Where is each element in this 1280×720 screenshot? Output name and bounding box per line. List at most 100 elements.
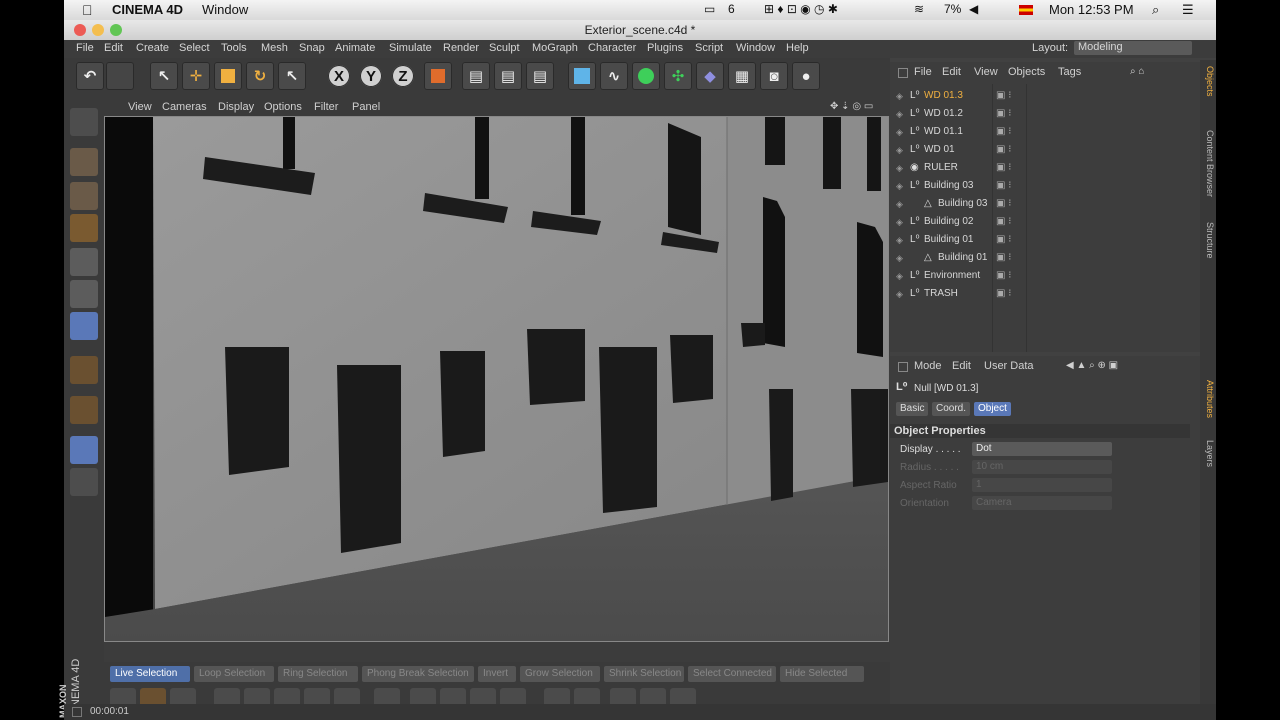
- y-axis-button[interactable]: Y: [360, 65, 382, 87]
- scale-icon[interactable]: [214, 62, 242, 90]
- tab-content-browser[interactable]: Content Browser: [1201, 130, 1215, 197]
- object-row[interactable]: ◈ △ Building 03 ▣ ⁝: [896, 196, 1196, 214]
- viewport-menu-cameras[interactable]: Cameras: [162, 101, 207, 113]
- spotlight-icon[interactable]: ⌕: [1152, 2, 1159, 18]
- minimize-button[interactable]: [92, 24, 104, 36]
- x-axis-button[interactable]: X: [328, 65, 350, 87]
- expand-icon[interactable]: ◈: [896, 145, 903, 156]
- nurbs-icon[interactable]: [632, 62, 660, 90]
- clock[interactable]: Mon 12:53 PM: [1049, 2, 1134, 17]
- zoom-button[interactable]: [110, 24, 122, 36]
- visibility-icon[interactable]: ▣ ⁝: [996, 162, 1011, 173]
- visibility-icon[interactable]: ▣ ⁝: [996, 180, 1011, 191]
- apple-icon[interactable]: : [82, 2, 93, 18]
- object-row[interactable]: ◈ L⁰ WD 01.1 ▣ ⁝: [896, 124, 1196, 142]
- visibility-icon[interactable]: ▣ ⁝: [996, 126, 1011, 137]
- tab-coord[interactable]: Coord.: [932, 402, 971, 416]
- undo-icon[interactable]: ↶: [76, 62, 104, 90]
- expand-icon[interactable]: ◈: [896, 181, 903, 192]
- menu-edit[interactable]: Edit: [104, 42, 123, 54]
- visibility-icon[interactable]: ▣ ⁝: [996, 216, 1011, 227]
- deformer-icon[interactable]: ◆: [696, 62, 724, 90]
- workplane-icon[interactable]: [70, 436, 98, 464]
- am-menu-userdata[interactable]: User Data: [984, 360, 1034, 372]
- axis-mode-icon[interactable]: [70, 356, 98, 384]
- polygons-mode-icon[interactable]: [70, 312, 98, 340]
- am-menu-edit[interactable]: Edit: [952, 360, 971, 372]
- selection-tab[interactable]: Ring Selection: [278, 666, 358, 682]
- expand-icon[interactable]: ◈: [896, 91, 903, 102]
- app-name[interactable]: CINEMA 4D: [112, 2, 183, 17]
- light-icon[interactable]: ●: [792, 62, 820, 90]
- am-nav-icons[interactable]: ◀ ▲ ⌕ ⊕ ▣: [1066, 360, 1118, 371]
- menu-simulate[interactable]: Simulate: [389, 42, 432, 54]
- viewport-nav-icons[interactable]: ✥ ⇣ ◎ ▭: [830, 101, 873, 112]
- object-row[interactable]: ◈ L⁰ Building 01 ▣ ⁝: [896, 232, 1196, 250]
- tab-basic[interactable]: Basic: [896, 402, 929, 416]
- selection-tab[interactable]: Invert: [478, 666, 516, 682]
- menu-script[interactable]: Script: [695, 42, 723, 54]
- render-settings-icon[interactable]: ▤: [526, 62, 554, 90]
- selection-tab[interactable]: Shrink Selection: [604, 666, 684, 682]
- menu-render[interactable]: Render: [443, 42, 479, 54]
- visibility-icon[interactable]: ▣ ⁝: [996, 270, 1011, 281]
- panel-grip-icon[interactable]: [898, 362, 908, 372]
- viewport-menu-options[interactable]: Options: [264, 101, 302, 113]
- om-menu-file[interactable]: File: [914, 66, 932, 78]
- expand-icon[interactable]: ◈: [896, 163, 903, 174]
- selection-tab[interactable]: Select Connected: [688, 666, 776, 682]
- snap-magnet-icon[interactable]: [70, 396, 98, 424]
- visibility-icon[interactable]: ▣ ⁝: [996, 108, 1011, 119]
- panel-grip-icon[interactable]: [898, 68, 908, 78]
- redo-icon[interactable]: [106, 62, 134, 90]
- menu-help[interactable]: Help: [786, 42, 809, 54]
- window-menu[interactable]: Window: [202, 2, 248, 17]
- tab-layers[interactable]: Layers: [1201, 440, 1215, 467]
- move-icon[interactable]: ✛: [182, 62, 210, 90]
- object-row[interactable]: ◈ L⁰ WD 01.3 ▣ ⁝: [896, 88, 1196, 106]
- menu-file[interactable]: File: [76, 42, 94, 54]
- property-value[interactable]: Camera: [972, 496, 1112, 510]
- om-search-icon[interactable]: ⌕ ⌂: [1130, 66, 1144, 77]
- menu-mesh[interactable]: Mesh: [261, 42, 288, 54]
- object-row[interactable]: ◈ L⁰ TRASH ▣ ⁝: [896, 286, 1196, 304]
- texture-mode-icon[interactable]: [70, 182, 98, 210]
- render-view-icon[interactable]: ▤: [462, 62, 490, 90]
- points-mode-icon[interactable]: [70, 248, 98, 276]
- selection-tab[interactable]: Phong Break Selection: [362, 666, 474, 682]
- notification-icon[interactable]: ☰: [1182, 2, 1194, 18]
- am-menu-mode[interactable]: Mode: [914, 360, 942, 372]
- expand-icon[interactable]: ◈: [896, 235, 903, 246]
- menu-create[interactable]: Create: [136, 42, 169, 54]
- om-menu-view[interactable]: View: [974, 66, 998, 78]
- visibility-icon[interactable]: ▣ ⁝: [996, 90, 1011, 101]
- object-row[interactable]: ◈ L⁰ WD 01.2 ▣ ⁝: [896, 106, 1196, 124]
- selection-tab[interactable]: Hide Selected: [780, 666, 864, 682]
- object-row[interactable]: ◈ L⁰ Building 02 ▣ ⁝: [896, 214, 1196, 232]
- menu-animate[interactable]: Animate: [335, 42, 375, 54]
- visibility-icon[interactable]: ▣ ⁝: [996, 144, 1011, 155]
- expand-icon[interactable]: ◈: [896, 289, 903, 300]
- floor-icon[interactable]: ▦: [728, 62, 756, 90]
- menu-tools[interactable]: Tools: [221, 42, 247, 54]
- property-value[interactable]: 10 cm: [972, 460, 1112, 474]
- om-menu-edit[interactable]: Edit: [942, 66, 961, 78]
- rotate-icon[interactable]: ↻: [246, 62, 274, 90]
- make-editable-icon[interactable]: [70, 108, 98, 136]
- workplane-mode-icon[interactable]: [70, 214, 98, 242]
- z-axis-button[interactable]: Z: [392, 65, 414, 87]
- live-select-icon[interactable]: ↖: [278, 62, 306, 90]
- object-row[interactable]: ◈ L⁰ Building 03 ▣ ⁝: [896, 178, 1196, 196]
- expand-icon[interactable]: ◈: [896, 127, 903, 138]
- property-value[interactable]: 1: [972, 478, 1112, 492]
- menu-character[interactable]: Character: [588, 42, 636, 54]
- visibility-icon[interactable]: ▣ ⁝: [996, 198, 1011, 209]
- object-row[interactable]: ◈ L⁰ WD 01 ▣ ⁝: [896, 142, 1196, 160]
- camera-icon[interactable]: ◙: [760, 62, 788, 90]
- object-row[interactable]: ◈ ◉ RULER ▣ ⁝: [896, 160, 1196, 178]
- spline-icon[interactable]: ∿: [600, 62, 628, 90]
- render-picture-viewer-icon[interactable]: ▤: [494, 62, 522, 90]
- expand-icon[interactable]: ◈: [896, 199, 903, 210]
- menu-window[interactable]: Window: [736, 42, 775, 54]
- property-value[interactable]: Dot: [972, 442, 1112, 456]
